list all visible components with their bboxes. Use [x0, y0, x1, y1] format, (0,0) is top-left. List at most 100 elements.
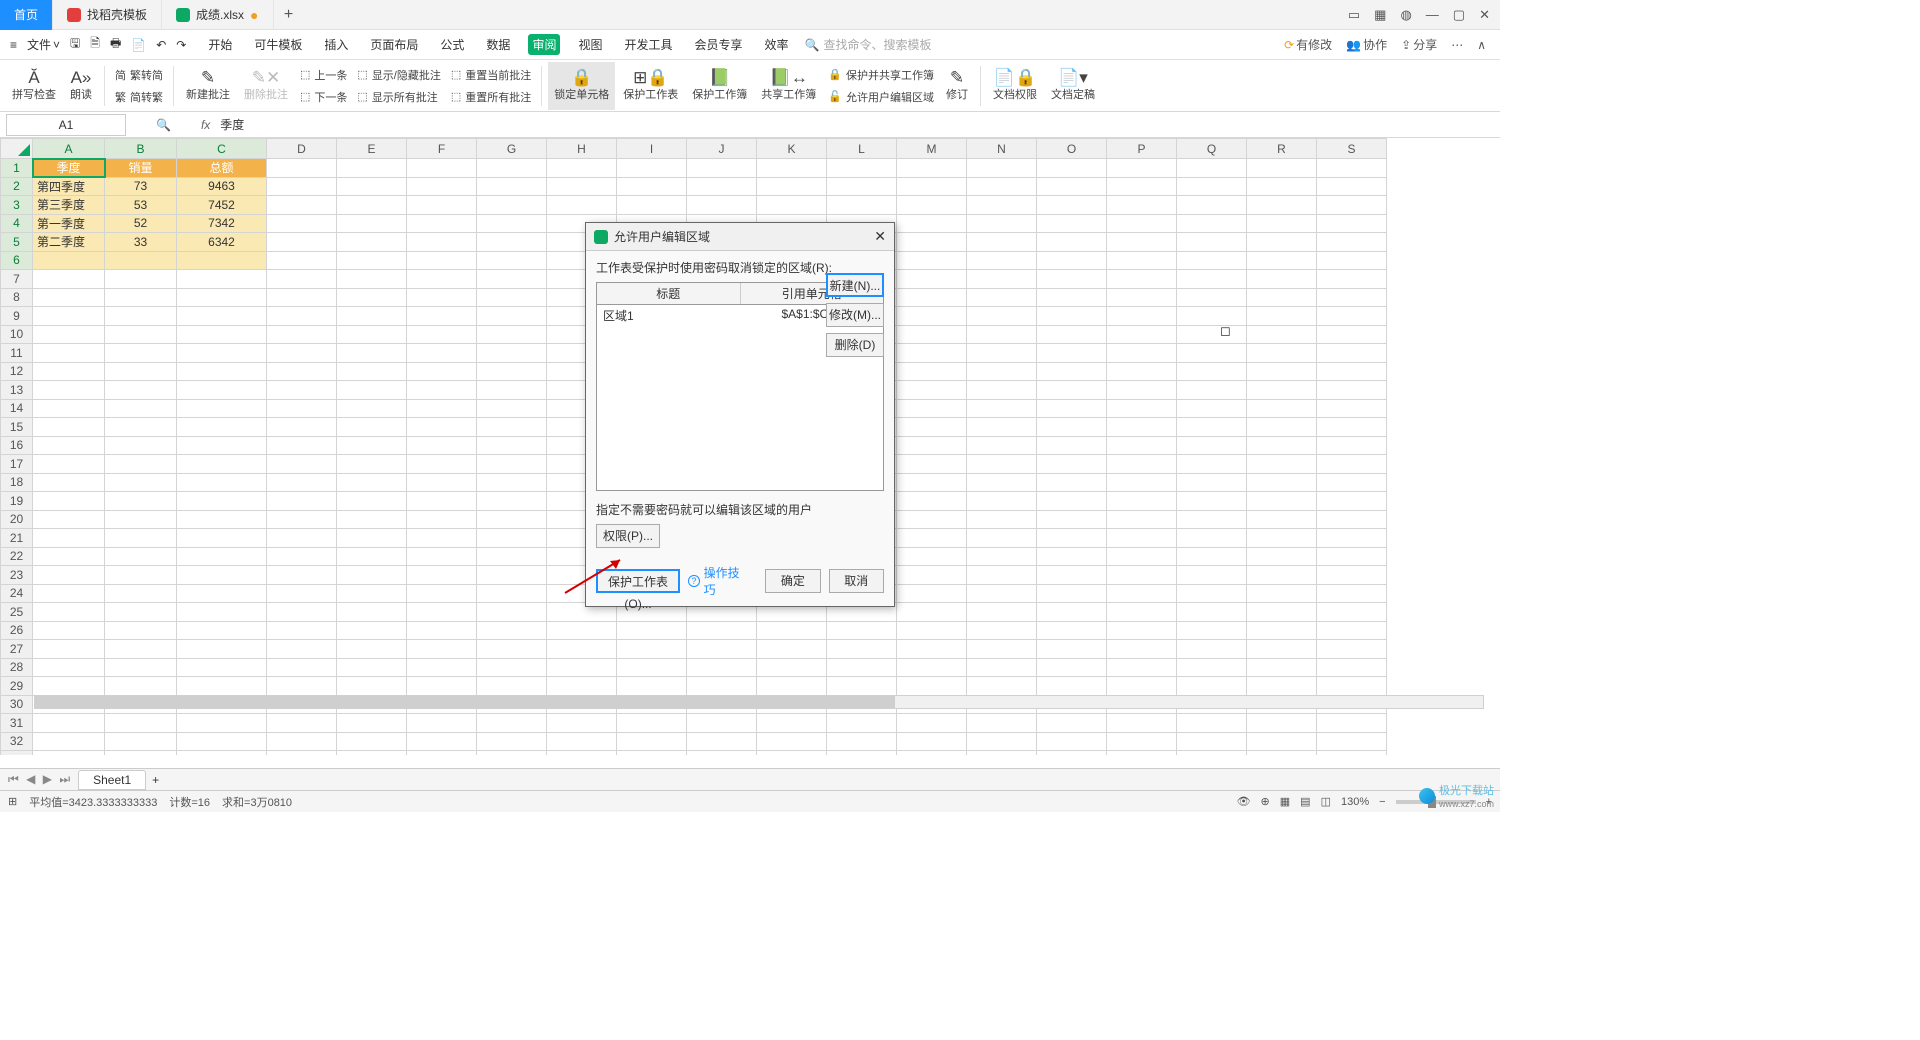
cell[interactable]: 6342 — [177, 233, 267, 252]
cell[interactable] — [897, 640, 967, 659]
cell[interactable] — [827, 714, 897, 733]
close-button[interactable]: ✕ — [1479, 7, 1490, 23]
cell[interactable] — [477, 547, 547, 566]
cell[interactable] — [967, 732, 1037, 751]
cell[interactable] — [267, 177, 337, 196]
new-comment-button[interactable]: ✎新建批注 — [180, 62, 236, 110]
menu-视图[interactable]: 视图 — [574, 34, 606, 55]
cell[interactable] — [1317, 677, 1387, 696]
cell[interactable] — [177, 473, 267, 492]
cell[interactable] — [105, 751, 177, 756]
sheet-tab[interactable]: Sheet1 — [78, 770, 146, 790]
cell[interactable] — [267, 196, 337, 215]
cell[interactable] — [477, 677, 547, 696]
cell[interactable] — [897, 584, 967, 603]
col-header[interactable]: Q — [1177, 139, 1247, 159]
cell[interactable] — [177, 492, 267, 511]
cell[interactable] — [407, 547, 477, 566]
cell[interactable] — [967, 510, 1037, 529]
new-tab-button[interactable]: + — [274, 6, 304, 24]
cell[interactable] — [617, 640, 687, 659]
cell[interactable] — [897, 677, 967, 696]
cell[interactable] — [105, 270, 177, 289]
cell[interactable]: 第二季度 — [33, 233, 105, 252]
row-header[interactable]: 19 — [1, 492, 33, 511]
cell[interactable] — [897, 658, 967, 677]
cell[interactable] — [1317, 547, 1387, 566]
simp-to-trad-button[interactable]: 繁 简转繁 — [115, 87, 163, 107]
cell[interactable] — [267, 658, 337, 677]
cell[interactable] — [687, 177, 757, 196]
cell[interactable]: 第四季度 — [33, 177, 105, 196]
cell[interactable] — [407, 732, 477, 751]
cell[interactable] — [33, 751, 105, 756]
cell[interactable] — [967, 251, 1037, 270]
cell[interactable] — [105, 547, 177, 566]
cell[interactable] — [407, 621, 477, 640]
cell[interactable] — [1107, 584, 1177, 603]
cell[interactable] — [1107, 751, 1177, 756]
cell[interactable] — [477, 307, 547, 326]
cell[interactable] — [105, 362, 177, 381]
cell[interactable] — [1107, 677, 1177, 696]
row-header[interactable]: 17 — [1, 455, 33, 474]
allow-edit-region-button[interactable]: 🔓 允许用户编辑区域 — [828, 87, 934, 107]
cell[interactable] — [477, 714, 547, 733]
cell[interactable] — [267, 751, 337, 756]
cell[interactable] — [897, 566, 967, 585]
cell[interactable] — [897, 196, 967, 215]
select-all-corner[interactable] — [1, 139, 33, 159]
cell[interactable] — [897, 362, 967, 381]
cell[interactable] — [33, 251, 105, 270]
cell[interactable] — [477, 640, 547, 659]
grid-icon[interactable]: ⊕ — [1261, 795, 1270, 808]
cell[interactable] — [1107, 214, 1177, 233]
col-header[interactable]: C — [177, 139, 267, 159]
row-header[interactable]: 27 — [1, 640, 33, 659]
cell[interactable] — [267, 547, 337, 566]
row-header[interactable]: 16 — [1, 436, 33, 455]
cell[interactable] — [1317, 381, 1387, 400]
cell[interactable] — [757, 658, 827, 677]
cell[interactable] — [1037, 658, 1107, 677]
cell[interactable] — [33, 529, 105, 548]
cell[interactable] — [967, 547, 1037, 566]
col-header[interactable]: O — [1037, 139, 1107, 159]
cell[interactable] — [337, 547, 407, 566]
cell[interactable] — [105, 732, 177, 751]
cell[interactable] — [477, 418, 547, 437]
col-header[interactable]: P — [1107, 139, 1177, 159]
cell[interactable] — [177, 714, 267, 733]
collapse-ribbon-icon[interactable]: ∧ — [1477, 38, 1486, 52]
cell[interactable] — [897, 603, 967, 622]
cell[interactable] — [967, 751, 1037, 756]
cell[interactable] — [105, 584, 177, 603]
cell[interactable] — [407, 288, 477, 307]
cell[interactable] — [757, 640, 827, 659]
cell[interactable] — [757, 159, 827, 178]
modify-region-button[interactable]: 修改(M)... — [826, 303, 884, 327]
cell[interactable] — [547, 658, 617, 677]
cell[interactable] — [547, 177, 617, 196]
cell[interactable] — [105, 381, 177, 400]
cell[interactable] — [33, 381, 105, 400]
cell[interactable] — [617, 621, 687, 640]
cell[interactable] — [1107, 196, 1177, 215]
row-header[interactable]: 21 — [1, 529, 33, 548]
cell[interactable] — [1177, 529, 1247, 548]
cell[interactable] — [967, 196, 1037, 215]
cell[interactable] — [1177, 177, 1247, 196]
cell[interactable] — [477, 325, 547, 344]
cell[interactable] — [897, 214, 967, 233]
cell[interactable] — [1107, 288, 1177, 307]
sheet-last-icon[interactable]: ⏭ — [57, 772, 72, 786]
cell[interactable] — [177, 436, 267, 455]
cell[interactable] — [1317, 436, 1387, 455]
cell[interactable] — [1107, 159, 1177, 178]
cell[interactable] — [827, 677, 897, 696]
cell[interactable] — [1177, 584, 1247, 603]
cell[interactable] — [687, 621, 757, 640]
row-header[interactable]: 26 — [1, 621, 33, 640]
cell[interactable] — [33, 547, 105, 566]
cell[interactable] — [1247, 677, 1317, 696]
